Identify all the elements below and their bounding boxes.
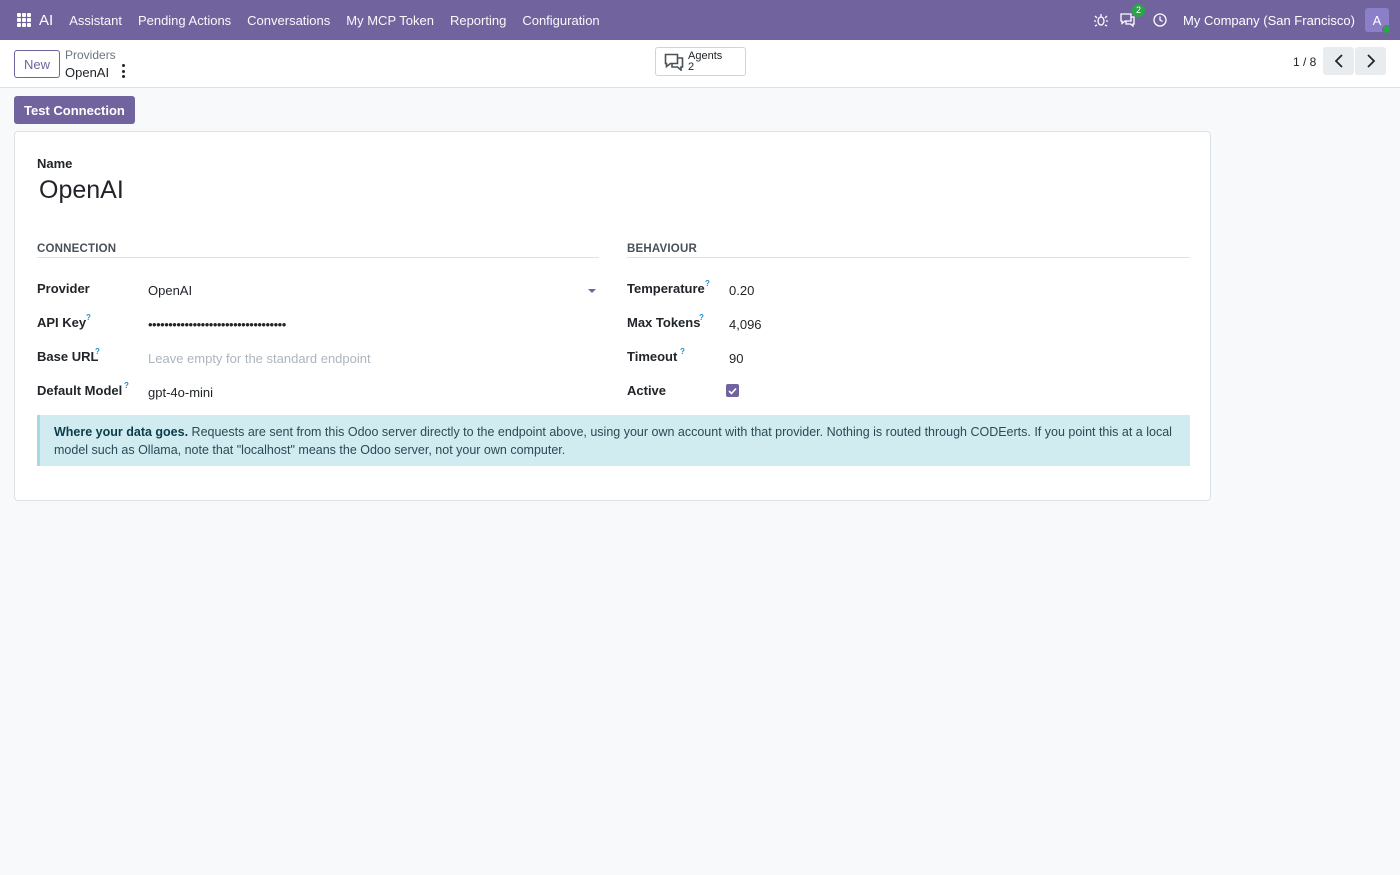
- breadcrumb-providers[interactable]: Providers: [65, 48, 116, 62]
- provider-label: Provider: [37, 281, 90, 296]
- actions-menu-icon[interactable]: [119, 64, 127, 78]
- data-privacy-alert: Where your data goes. Requests are sent …: [37, 415, 1190, 466]
- connection-divider: [37, 257, 599, 258]
- pager-next-button[interactable]: [1355, 47, 1386, 75]
- checkmark-icon: [728, 387, 737, 395]
- api-key-field[interactable]: ••••••••••••••••••••••••••••••••••: [148, 317, 286, 332]
- active-checkbox[interactable]: [726, 384, 739, 397]
- form-sheet: Name OpenAI CONNECTION Provider OpenAI A…: [14, 131, 1211, 501]
- pager-value[interactable]: 1 / 8: [1293, 55, 1316, 69]
- user-avatar[interactable]: A: [1365, 8, 1391, 34]
- top-navbar: AI Assistant Pending Actions Conversatio…: [0, 0, 1400, 40]
- debug-bug-icon[interactable]: [1093, 12, 1109, 28]
- connection-section-title: CONNECTION: [37, 243, 117, 255]
- behaviour-section-title: BEHAVIOUR: [627, 243, 697, 255]
- main-menu: Assistant Pending Actions Conversations …: [61, 13, 607, 28]
- agents-label: Agents: [688, 49, 723, 62]
- behaviour-divider: [627, 257, 1190, 258]
- apps-menu-icon[interactable]: [17, 13, 31, 27]
- menu-item-pending-actions[interactable]: Pending Actions: [130, 13, 239, 28]
- max-tokens-help-icon[interactable]: ?: [699, 313, 704, 322]
- alert-heading: Where your data goes.: [54, 425, 189, 439]
- messages-badge: 2: [1132, 4, 1146, 17]
- active-label: Active: [627, 383, 667, 398]
- messages-icon[interactable]: 2: [1119, 4, 1146, 28]
- presence-status-icon: [1382, 25, 1391, 34]
- temperature-label: Temperature: [627, 281, 705, 296]
- pager-previous-button[interactable]: [1323, 47, 1354, 75]
- menu-item-my-mcp-token[interactable]: My MCP Token: [338, 13, 442, 28]
- menu-item-configuration[interactable]: Configuration: [514, 13, 607, 28]
- menu-item-reporting[interactable]: Reporting: [442, 13, 514, 28]
- test-connection-button[interactable]: Test Connection: [14, 96, 135, 124]
- breadcrumb-current: OpenAI: [65, 65, 110, 80]
- agents-smart-button[interactable]: Agents 2: [655, 47, 746, 76]
- provider-select[interactable]: OpenAI: [148, 283, 192, 298]
- caret-down-icon[interactable]: [588, 289, 596, 293]
- api-key-label: API Key: [37, 315, 87, 330]
- company-switcher[interactable]: My Company (San Francisco): [1183, 13, 1355, 28]
- menu-item-assistant[interactable]: Assistant: [61, 13, 130, 28]
- comments-icon: [664, 53, 684, 71]
- timeout-label: Timeout: [627, 349, 678, 364]
- default-model-field[interactable]: gpt-4o-mini: [148, 385, 213, 400]
- max-tokens-field[interactable]: 4,096: [729, 317, 762, 332]
- api-key-help-icon[interactable]: ?: [86, 313, 91, 322]
- timeout-help-icon[interactable]: ?: [680, 347, 685, 356]
- base-url-label: Base URL: [37, 349, 99, 364]
- chevron-left-icon: [1334, 54, 1343, 68]
- navbar-systray: 2 My Company (San Francisco) A: [1088, 0, 1400, 40]
- app-brand[interactable]: AI: [39, 12, 53, 29]
- chevron-right-icon: [1366, 54, 1375, 68]
- control-panel: New Providers OpenAI Agents 2 1 / 8: [0, 40, 1400, 88]
- temperature-help-icon[interactable]: ?: [705, 279, 710, 288]
- name-label: Name: [37, 156, 73, 171]
- alert-text: Requests are sent from this Odoo server …: [54, 425, 1172, 457]
- default-model-help-icon[interactable]: ?: [124, 381, 129, 390]
- max-tokens-label: Max Tokens: [627, 315, 701, 330]
- new-button[interactable]: New: [14, 50, 61, 78]
- base-url-help-icon[interactable]: ?: [95, 347, 100, 356]
- name-field[interactable]: OpenAI: [39, 176, 124, 205]
- default-model-label: Default Model: [37, 383, 123, 398]
- avatar-initial: A: [1372, 12, 1382, 28]
- agents-count: 2: [688, 60, 695, 73]
- menu-item-conversations[interactable]: Conversations: [239, 13, 338, 28]
- base-url-field[interactable]: Leave empty for the standard endpoint: [148, 351, 371, 366]
- timeout-field[interactable]: 90: [729, 351, 743, 366]
- activity-clock-icon[interactable]: [1152, 12, 1168, 28]
- temperature-field[interactable]: 0.20: [729, 283, 754, 298]
